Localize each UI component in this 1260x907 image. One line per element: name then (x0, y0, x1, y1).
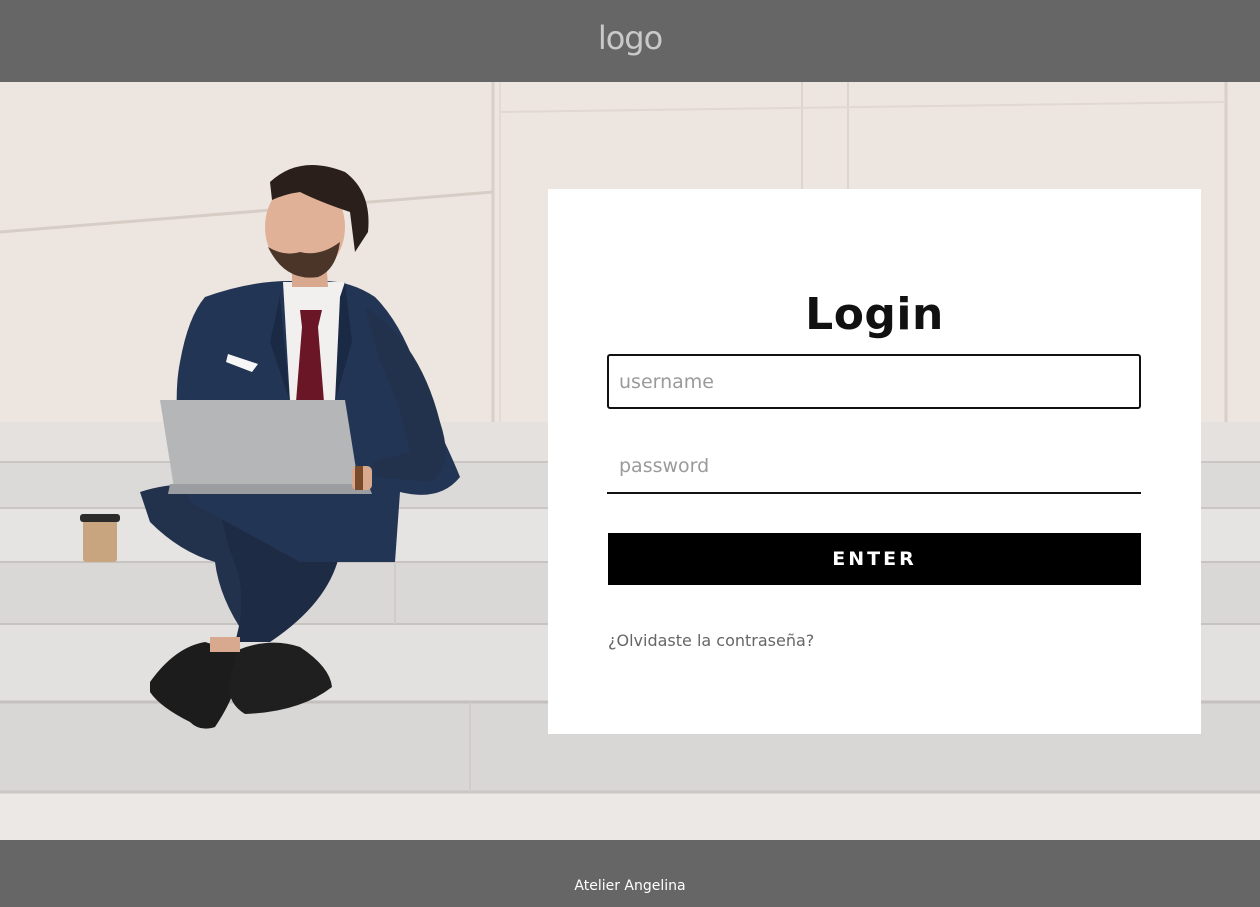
username-input[interactable] (607, 354, 1141, 409)
login-title: Login (805, 289, 944, 340)
coffee-cup (80, 514, 120, 562)
site-footer: Atelier Angelina (0, 840, 1260, 907)
enter-button[interactable]: ENTER (608, 533, 1141, 585)
forgot-password-link[interactable]: ¿Olvidaste la contraseña? (608, 631, 814, 650)
hero-background: Login ENTER ¿Olvidaste la contraseña? (0, 82, 1260, 840)
site-header: logo (0, 0, 1260, 82)
password-input[interactable] (607, 439, 1141, 494)
footer-text: Atelier Angelina (574, 877, 686, 894)
site-logo[interactable]: logo (598, 22, 663, 54)
login-card: Login ENTER ¿Olvidaste la contraseña? (548, 189, 1201, 734)
